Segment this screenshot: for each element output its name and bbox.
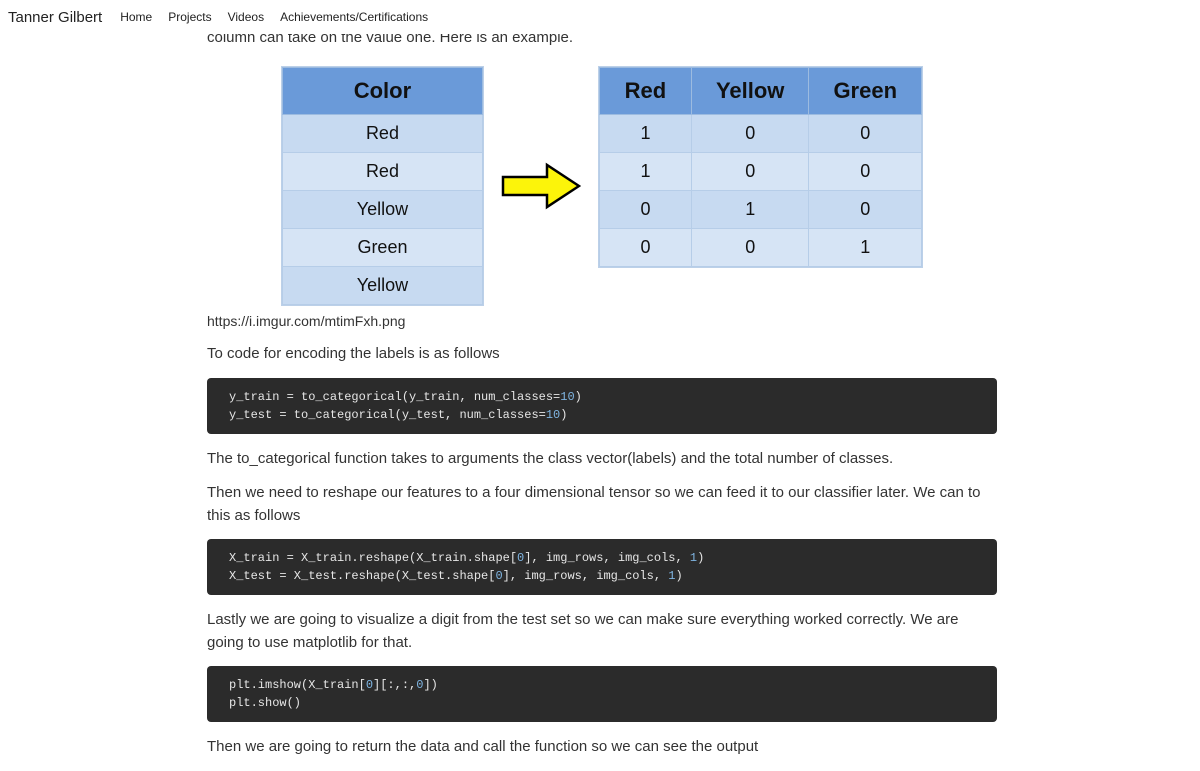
table-header: Yellow	[691, 68, 808, 115]
table-cell: 1	[599, 115, 691, 153]
site-brand[interactable]: Tanner Gilbert	[8, 9, 102, 26]
arrow-icon	[501, 161, 581, 211]
color-table: Color Red Red Yellow Green Yellow	[282, 67, 483, 305]
encoded-table: Red Yellow Green 1 0 0 1 0 0 0 1 0 0 0	[599, 67, 922, 267]
table-cell: 0	[809, 115, 922, 153]
table-cell: 0	[691, 229, 808, 267]
table-cell: Red	[282, 153, 482, 191]
nav-projects[interactable]: Projects	[168, 10, 211, 24]
table-cell: Red	[282, 115, 482, 153]
table-cell: 0	[809, 153, 922, 191]
table-cell: 1	[599, 153, 691, 191]
table-cell: 0	[599, 229, 691, 267]
code-block: y_train = to_categorical(y_train, num_cl…	[207, 378, 997, 434]
code-block: X_train = X_train.reshape(X_train.shape[…	[207, 539, 997, 595]
table-header: Green	[809, 68, 922, 115]
onehot-figure: Color Red Red Yellow Green Yellow Red Ye…	[207, 67, 997, 305]
table-header: Color	[282, 68, 482, 115]
site-header: Tanner Gilbert Home Projects Videos Achi…	[0, 0, 1200, 34]
paragraph: Then we need to reshape our features to …	[207, 482, 997, 527]
table-cell: 1	[691, 191, 808, 229]
nav-achievements[interactable]: Achievements/Certifications	[280, 10, 428, 24]
paragraph: The to_categorical function takes to arg…	[207, 448, 997, 471]
code-block: plt.imshow(X_train[0][:,:,0]) plt.show()	[207, 666, 997, 722]
paragraph: Then we are going to return the data and…	[207, 736, 997, 759]
figure-caption: https://i.imgur.com/mtimFxh.png	[207, 313, 997, 329]
paragraph: Lastly we are going to visualize a digit…	[207, 609, 997, 654]
nav-videos[interactable]: Videos	[228, 10, 264, 24]
table-cell: 1	[809, 229, 922, 267]
table-header: Red	[599, 68, 691, 115]
table-cell: 0	[691, 115, 808, 153]
primary-nav: Home Projects Videos Achievements/Certif…	[120, 10, 428, 24]
table-cell: Yellow	[282, 267, 482, 305]
table-cell: 0	[691, 153, 808, 191]
table-cell: Green	[282, 229, 482, 267]
article-body: works better with classification and reg…	[207, 0, 997, 771]
nav-home[interactable]: Home	[120, 10, 152, 24]
table-cell: 0	[599, 191, 691, 229]
table-cell: Yellow	[282, 191, 482, 229]
table-cell: 0	[809, 191, 922, 229]
paragraph: To code for encoding the labels is as fo…	[207, 343, 997, 366]
